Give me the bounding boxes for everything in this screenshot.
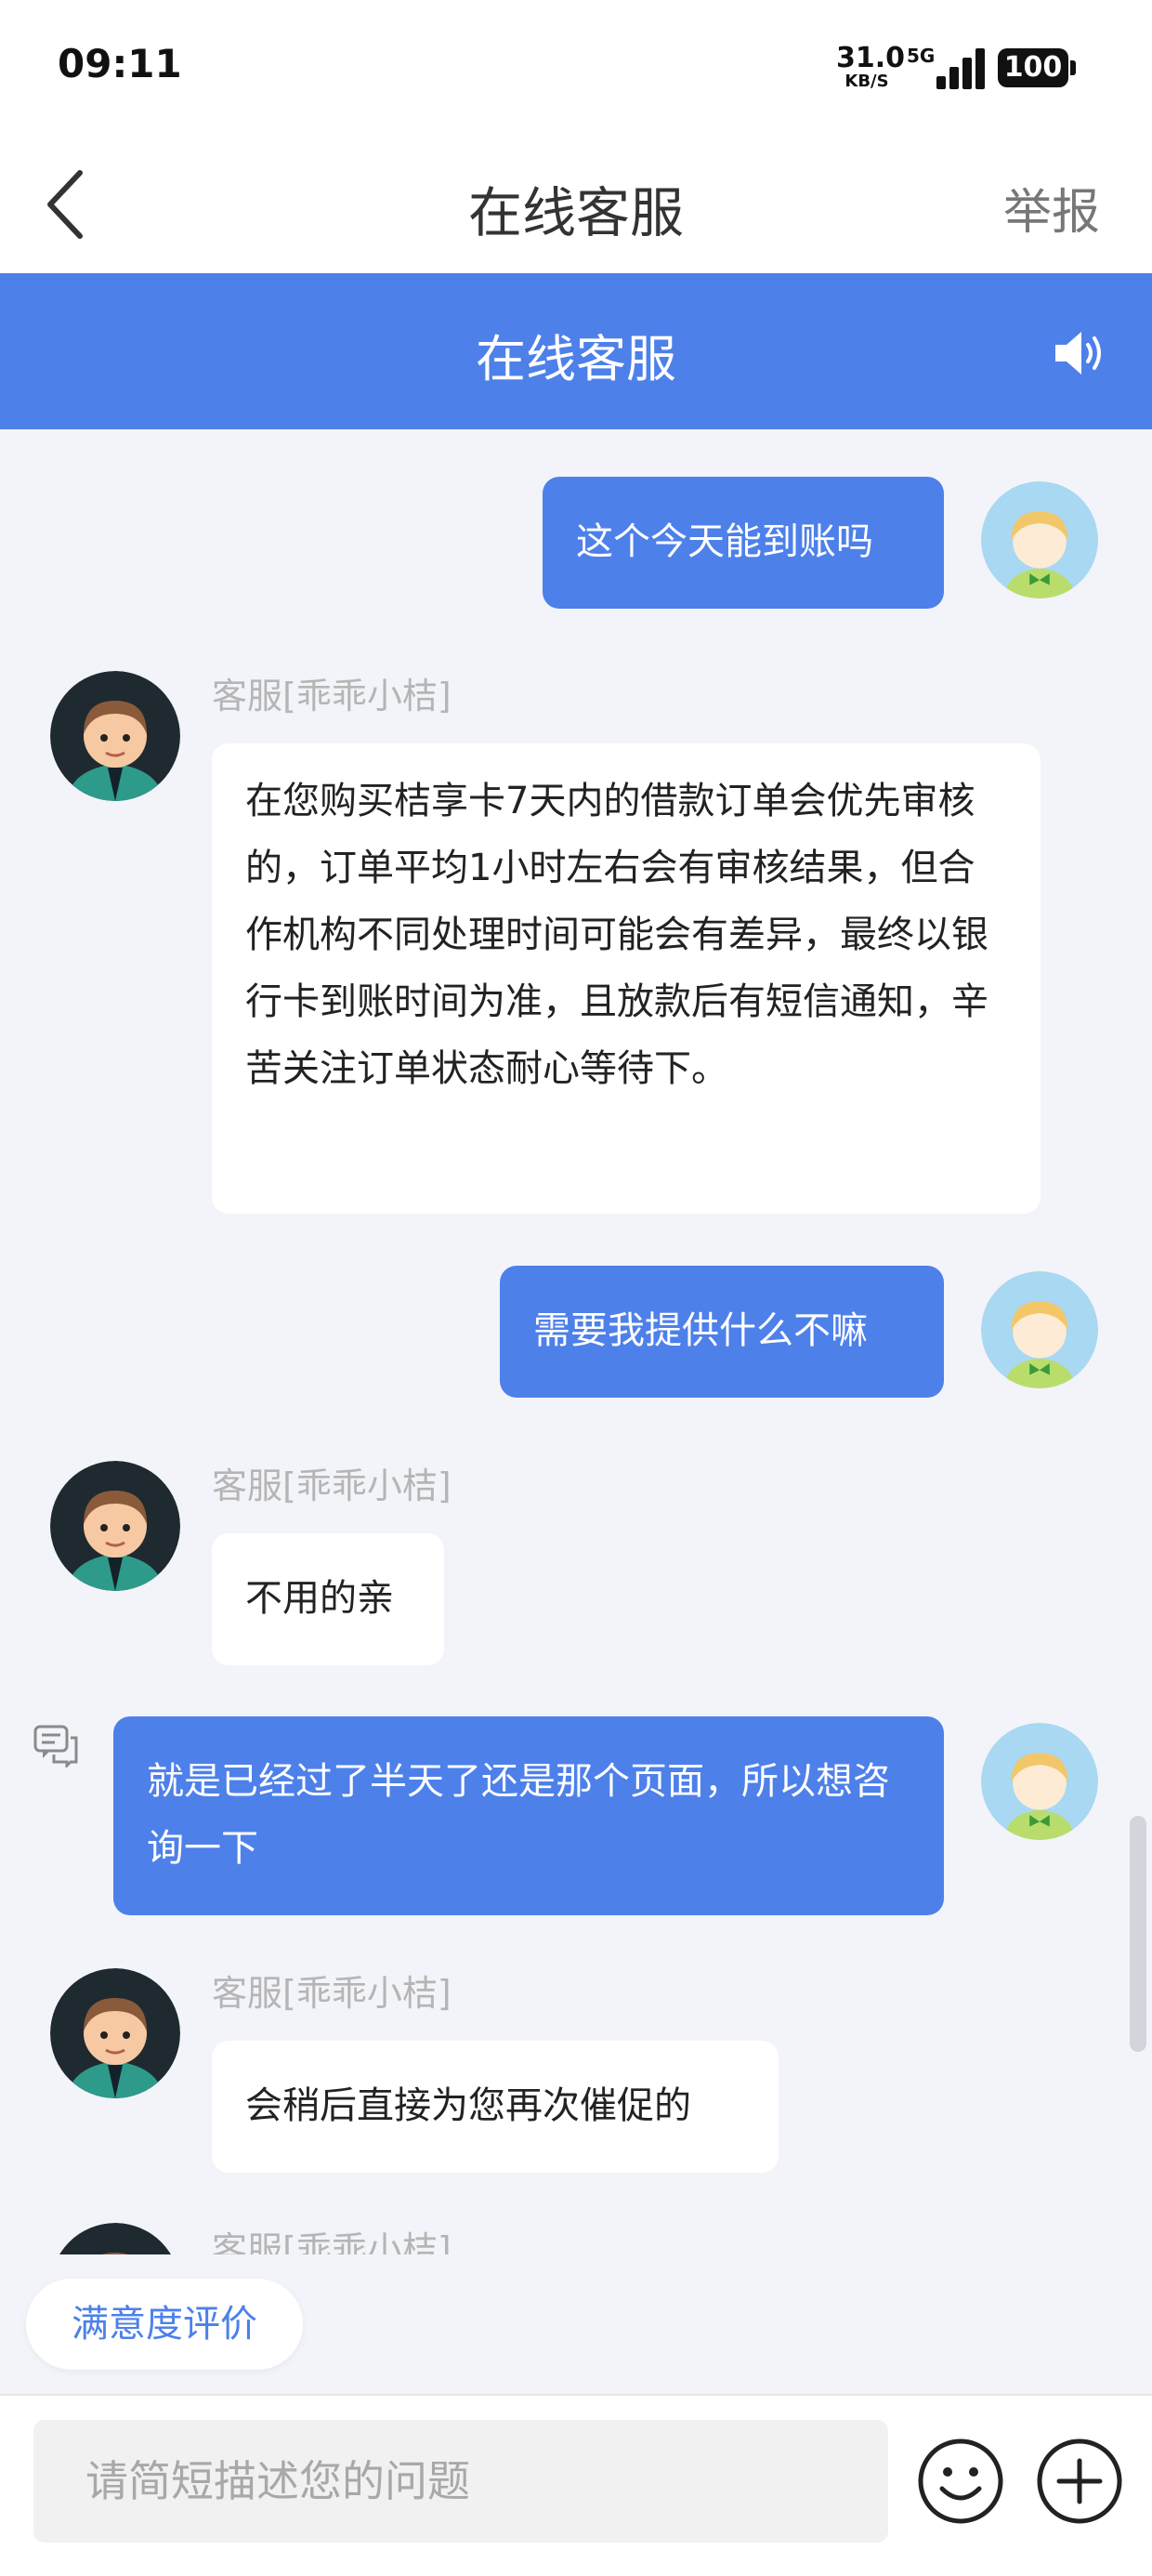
agent-name: 客服[乖乖小桔]	[212, 1973, 452, 2014]
page-title: 在线客服	[467, 181, 684, 244]
agent-message[interactable]: 不用的亲	[212, 1533, 444, 1665]
speaker-icon[interactable]	[1052, 327, 1107, 379]
agent-name: 客服[乖乖小桔]	[212, 2229, 452, 2254]
report-button[interactable]: 举报	[1003, 173, 1100, 243]
nav-bar: 在线客服 举报	[0, 136, 1152, 273]
message-icon[interactable]	[33, 1725, 80, 1769]
emoji-icon[interactable]	[916, 2437, 1005, 2526]
network-speed-unit: KB/S	[844, 72, 889, 91]
user-avatar[interactable]	[981, 1271, 1098, 1388]
user-avatar[interactable]	[981, 1723, 1098, 1840]
satisfaction-rating-button[interactable]: 满意度评价	[26, 2279, 303, 2370]
agent-message[interactable]: 在您购买桔享卡7天内的借款订单会优先审核的，订单平均1小时左右会有审核结果，但合…	[212, 743, 1041, 1214]
network-type: 5G	[907, 45, 936, 67]
network-speed: 31.0 KB/S	[836, 42, 906, 91]
user-message[interactable]: 需要我提供什么不嘛	[500, 1266, 944, 1398]
agent-name: 客服[乖乖小桔]	[212, 1465, 452, 1506]
user-message[interactable]: 就是已经过了半天了还是那个页面，所以想咨询一下	[113, 1716, 944, 1915]
status-bar: 09:11 31.0 KB/S 5G 100	[0, 0, 1152, 136]
message-input[interactable]	[33, 2420, 888, 2543]
agent-message[interactable]: 会稍后直接为您再次催促的	[212, 2041, 779, 2173]
chat-scrollbar[interactable]	[1130, 1816, 1146, 2052]
service-header-title: 在线客服	[476, 330, 676, 388]
plus-icon[interactable]	[1035, 2437, 1124, 2526]
agent-avatar[interactable]	[50, 671, 180, 801]
network-speed-value: 31.0	[836, 42, 906, 74]
agent-avatar[interactable]	[50, 1968, 180, 2098]
user-message[interactable]: 这个今天能到账吗	[543, 477, 944, 609]
battery-icon: 100	[998, 48, 1076, 87]
chat-area[interactable]: 这个今天能到账吗 客服[乖乖小桔] 在您购买桔享卡7天内的借款订单会优先审核的，…	[0, 429, 1152, 2254]
user-avatar[interactable]	[981, 481, 1098, 598]
service-header: 在线客服	[0, 273, 1152, 429]
signal-icon	[933, 48, 985, 89]
agent-name: 客服[乖乖小桔]	[212, 676, 452, 716]
agent-avatar[interactable]	[50, 2223, 180, 2254]
agent-avatar[interactable]	[50, 1461, 180, 1591]
status-time: 09:11	[58, 41, 182, 86]
input-bar	[0, 2394, 1152, 2576]
